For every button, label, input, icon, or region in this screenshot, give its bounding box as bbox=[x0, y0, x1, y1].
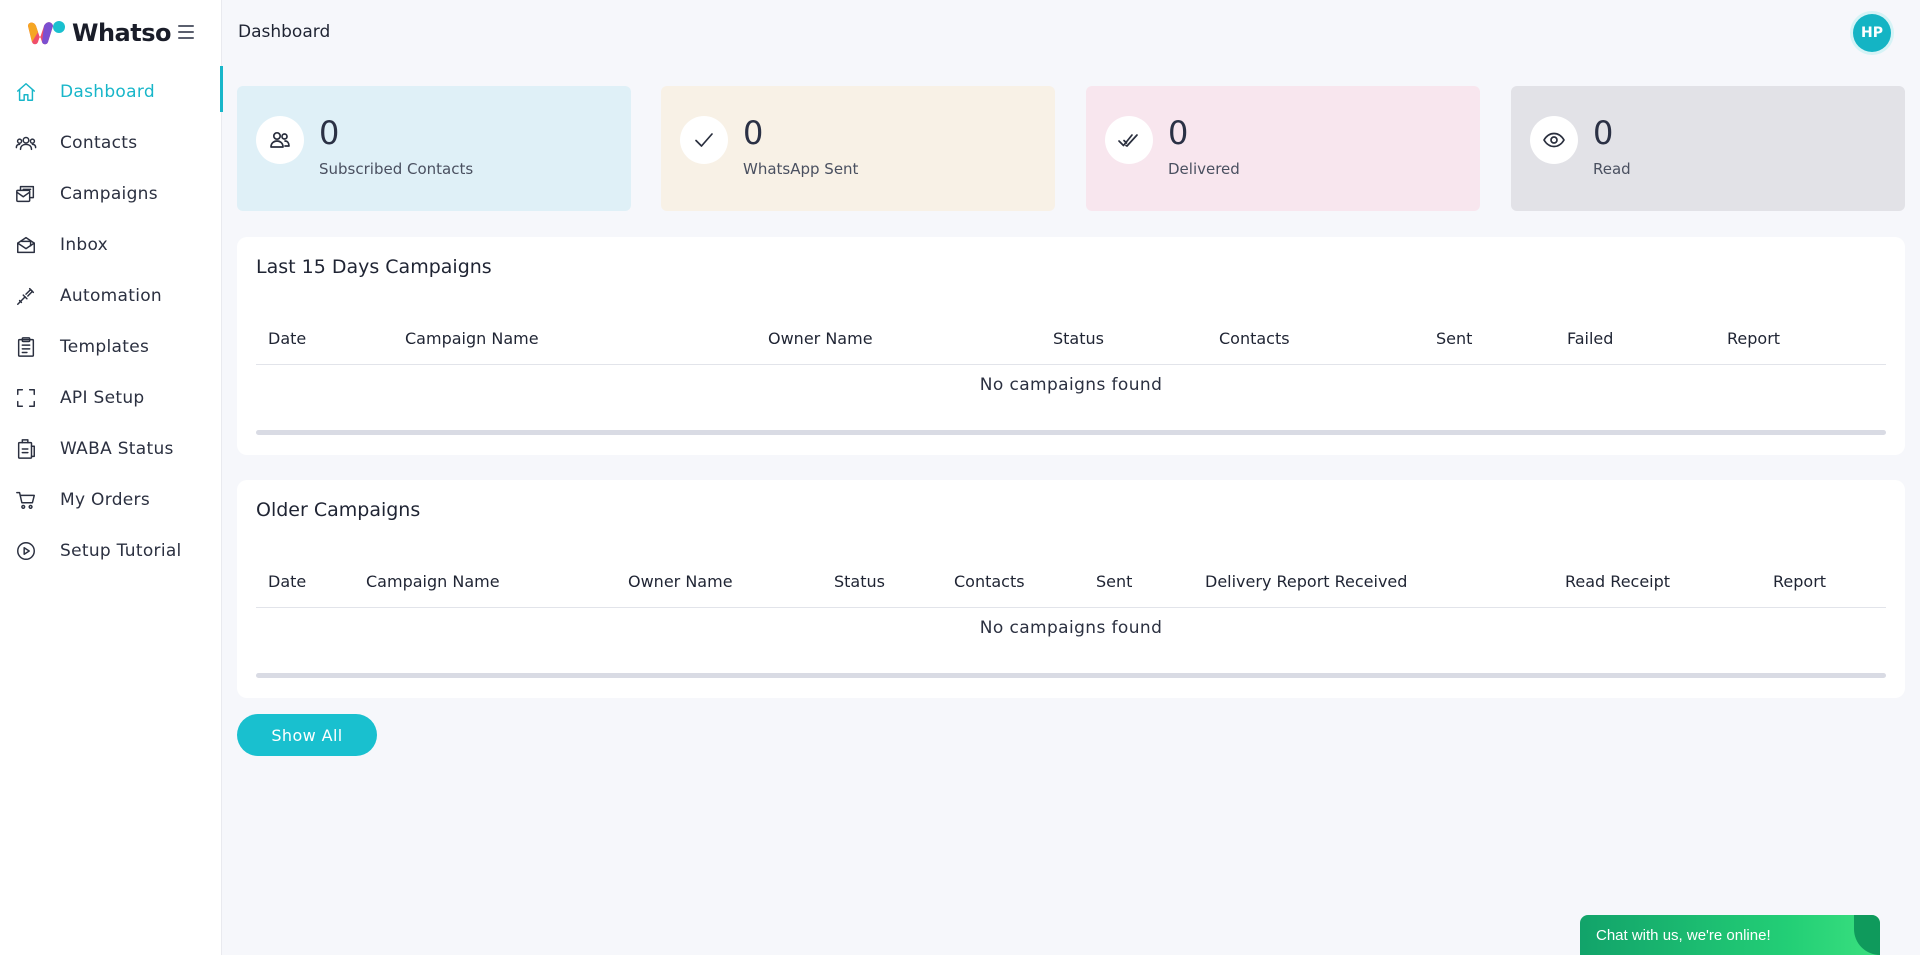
users-icon bbox=[14, 131, 38, 155]
column-header-status[interactable]: Status bbox=[1053, 329, 1104, 348]
column-header-read-receipt[interactable]: Read Receipt bbox=[1565, 572, 1670, 591]
column-header-campaign-name[interactable]: Campaign Name bbox=[366, 572, 500, 591]
sidebar-item-dashboard[interactable]: Dashboard bbox=[0, 66, 223, 117]
sidebar-item-contacts[interactable]: Contacts bbox=[0, 117, 222, 168]
column-header-status[interactable]: Status bbox=[834, 572, 885, 591]
automation-icon bbox=[14, 284, 38, 308]
recent-campaigns-table-header: Date Campaign Name Owner Name Status Con… bbox=[256, 311, 1886, 365]
chat-corner-decoration bbox=[1854, 915, 1880, 955]
column-header-report[interactable]: Report bbox=[1773, 572, 1826, 591]
stat-card-subscribed-contacts: 0 Subscribed Contacts bbox=[237, 86, 631, 211]
older-campaigns-title: Older Campaigns bbox=[256, 499, 421, 521]
sidebar-item-waba-status[interactable]: WABA Status bbox=[0, 423, 222, 474]
horizontal-scrollbar[interactable] bbox=[256, 430, 1886, 435]
column-header-owner-name[interactable]: Owner Name bbox=[628, 572, 733, 591]
sidebar-item-label: Dashboard bbox=[60, 81, 155, 102]
chat-widget-button[interactable]: Chat with us, we're online! bbox=[1580, 915, 1880, 955]
page-title: Dashboard bbox=[238, 22, 331, 42]
home-icon bbox=[14, 80, 38, 104]
stat-card-whatsapp-sent: 0 WhatsApp Sent bbox=[661, 86, 1055, 211]
users-icon bbox=[256, 116, 304, 164]
sidebar-item-my-orders[interactable]: My Orders bbox=[0, 474, 222, 525]
stat-label: Read bbox=[1593, 160, 1631, 178]
column-header-failed[interactable]: Failed bbox=[1567, 329, 1613, 348]
stat-label: WhatsApp Sent bbox=[743, 160, 859, 178]
eye-icon bbox=[1530, 116, 1578, 164]
column-header-owner-name[interactable]: Owner Name bbox=[768, 329, 873, 348]
column-header-delivery-report-received[interactable]: Delivery Report Received bbox=[1205, 572, 1407, 591]
play-icon bbox=[14, 539, 38, 563]
sidebar-item-api-setup[interactable]: API Setup bbox=[0, 372, 222, 423]
sidebar: Whatso Dashboard Contacts Campaigns Inbo… bbox=[0, 0, 223, 955]
show-all-button[interactable]: Show All bbox=[237, 714, 377, 756]
column-header-sent[interactable]: Sent bbox=[1436, 329, 1472, 348]
column-header-sent[interactable]: Sent bbox=[1096, 572, 1132, 591]
campaigns-icon bbox=[14, 182, 38, 206]
column-header-contacts[interactable]: Contacts bbox=[1219, 329, 1290, 348]
stat-value: 0 bbox=[1168, 114, 1189, 152]
sidebar-item-label: API Setup bbox=[60, 387, 145, 408]
sidebar-nav: Dashboard Contacts Campaigns Inbox Autom… bbox=[0, 66, 223, 576]
column-header-contacts[interactable]: Contacts bbox=[954, 572, 1025, 591]
stat-value: 0 bbox=[319, 114, 340, 152]
empty-message: No campaigns found bbox=[979, 375, 1163, 395]
stat-label: Delivered bbox=[1168, 160, 1240, 178]
sidebar-item-label: My Orders bbox=[60, 489, 150, 510]
stat-card-delivered: 0 Delivered bbox=[1086, 86, 1480, 211]
column-header-date[interactable]: Date bbox=[268, 329, 306, 348]
inbox-icon bbox=[14, 233, 38, 257]
stat-label: Subscribed Contacts bbox=[319, 160, 474, 178]
column-header-report[interactable]: Report bbox=[1727, 329, 1780, 348]
check-icon bbox=[680, 116, 728, 164]
stat-value: 0 bbox=[743, 114, 764, 152]
sidebar-item-setup-tutorial[interactable]: Setup Tutorial bbox=[0, 525, 222, 576]
recent-campaigns-title: Last 15 Days Campaigns bbox=[256, 256, 492, 278]
sidebar-item-campaigns[interactable]: Campaigns bbox=[0, 168, 222, 219]
sidebar-item-label: Setup Tutorial bbox=[60, 540, 182, 561]
main-content: Dashboard HP 0 Subscribed Contacts 0 Wha… bbox=[222, 0, 1920, 955]
sidebar-item-label: WABA Status bbox=[60, 438, 174, 459]
sidebar-item-label: Templates bbox=[60, 336, 150, 357]
waba-status-icon bbox=[14, 437, 38, 461]
sidebar-item-label: Automation bbox=[60, 285, 163, 306]
brand-logo[interactable]: Whatso bbox=[26, 18, 172, 48]
api-icon bbox=[14, 386, 38, 410]
column-header-campaign-name[interactable]: Campaign Name bbox=[405, 329, 539, 348]
sidebar-item-label: Inbox bbox=[60, 234, 109, 255]
horizontal-scrollbar[interactable] bbox=[256, 673, 1886, 678]
older-campaigns-panel: Older Campaigns Date Campaign Name Owner… bbox=[237, 480, 1905, 698]
empty-message: No campaigns found bbox=[979, 618, 1163, 638]
chat-widget-label: Chat with us, we're online! bbox=[1596, 926, 1771, 944]
older-campaigns-table-header: Date Campaign Name Owner Name Status Con… bbox=[256, 554, 1886, 608]
sidebar-item-inbox[interactable]: Inbox bbox=[0, 219, 222, 270]
menu-toggle-icon[interactable] bbox=[178, 22, 198, 42]
whatso-logo-icon bbox=[28, 21, 65, 45]
templates-icon bbox=[14, 335, 38, 359]
stat-card-read: 0 Read bbox=[1511, 86, 1905, 211]
stat-value: 0 bbox=[1593, 114, 1614, 152]
recent-campaigns-panel: Last 15 Days Campaigns Date Campaign Nam… bbox=[237, 237, 1905, 455]
avatar[interactable]: HP bbox=[1853, 14, 1891, 52]
sidebar-item-automation[interactable]: Automation bbox=[0, 270, 222, 321]
sidebar-item-label: Campaigns bbox=[60, 183, 158, 204]
double-check-icon bbox=[1105, 116, 1153, 164]
cart-icon bbox=[14, 488, 38, 512]
sidebar-item-label: Contacts bbox=[60, 132, 138, 153]
brand-name: Whatso bbox=[72, 19, 172, 47]
column-header-date[interactable]: Date bbox=[268, 572, 306, 591]
sidebar-item-templates[interactable]: Templates bbox=[0, 321, 222, 372]
